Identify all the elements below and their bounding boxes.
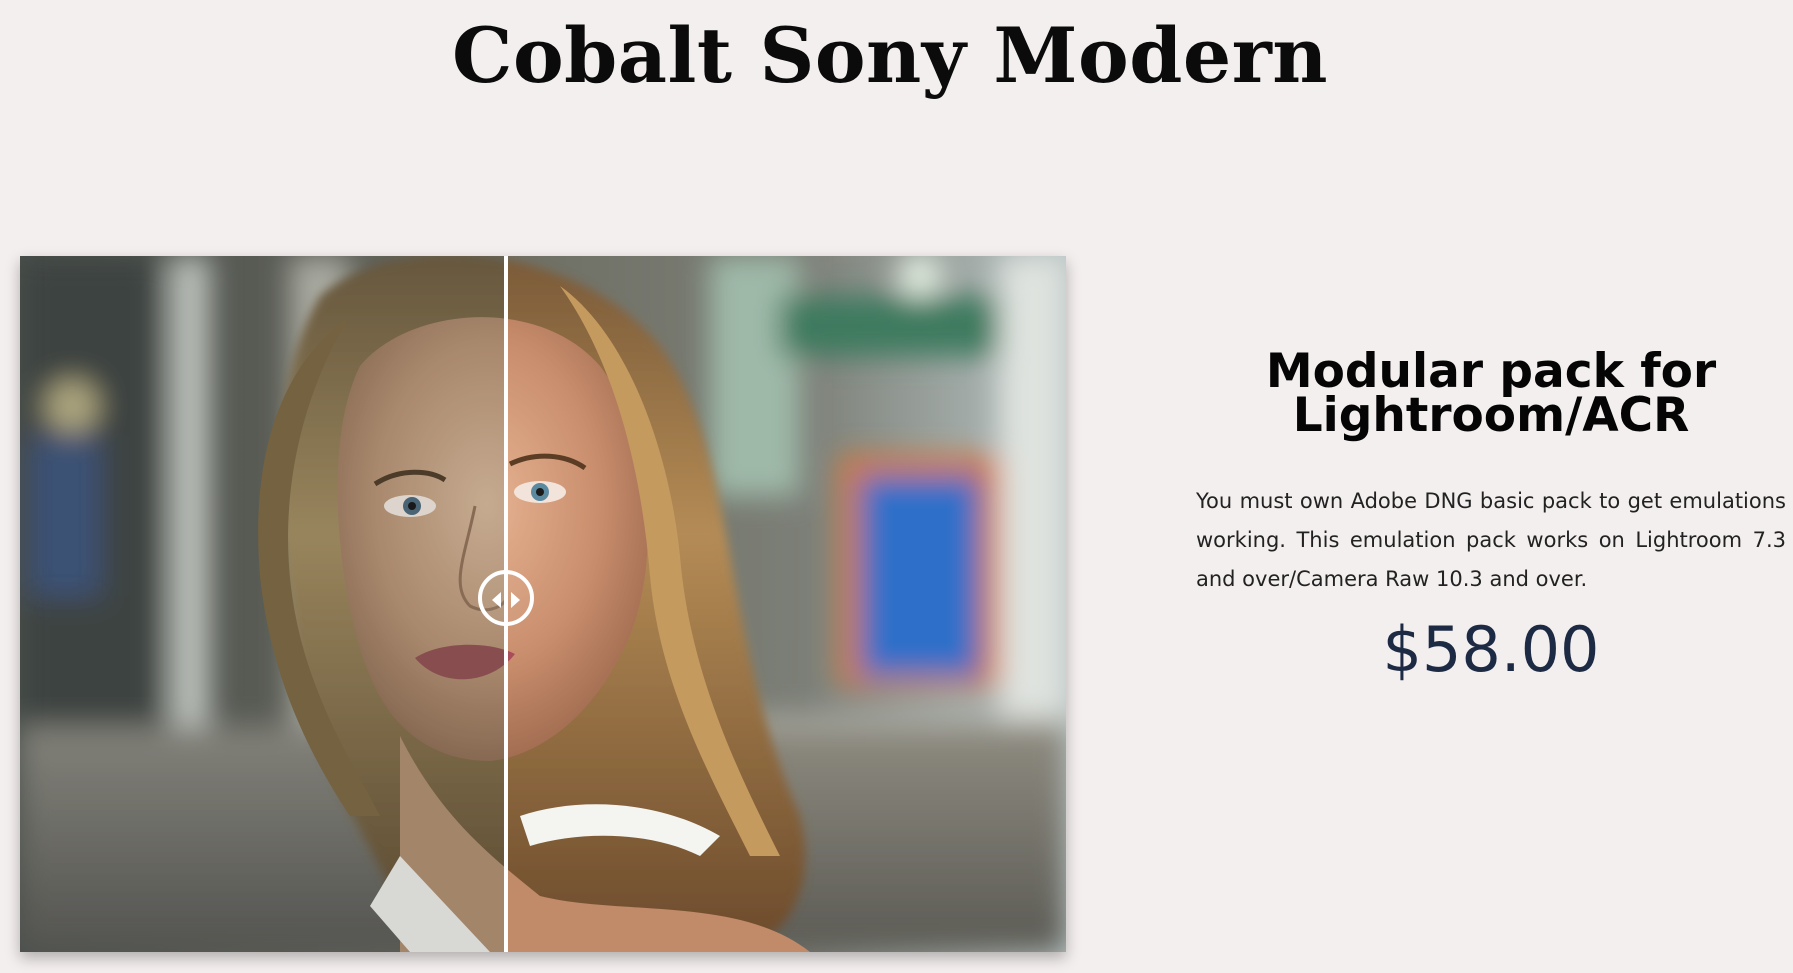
before-photo bbox=[20, 256, 506, 952]
product-info: Modular pack for Lightroom/ACR You must … bbox=[1196, 344, 1786, 689]
arrow-right-icon bbox=[511, 592, 520, 608]
product-price: $58.00 bbox=[1382, 613, 1600, 686]
product-description: You must own Adobe DNG basic pack to get… bbox=[1196, 489, 1786, 591]
arrow-left-icon bbox=[492, 592, 501, 608]
page-title: Cobalt Sony Modern bbox=[451, 11, 1329, 100]
comparison-slider-handle[interactable] bbox=[478, 570, 534, 626]
before-photo-layer bbox=[20, 256, 506, 952]
before-after-comparison[interactable] bbox=[20, 256, 1066, 952]
product-heading: Modular pack for Lightroom/ACR bbox=[1265, 344, 1717, 443]
